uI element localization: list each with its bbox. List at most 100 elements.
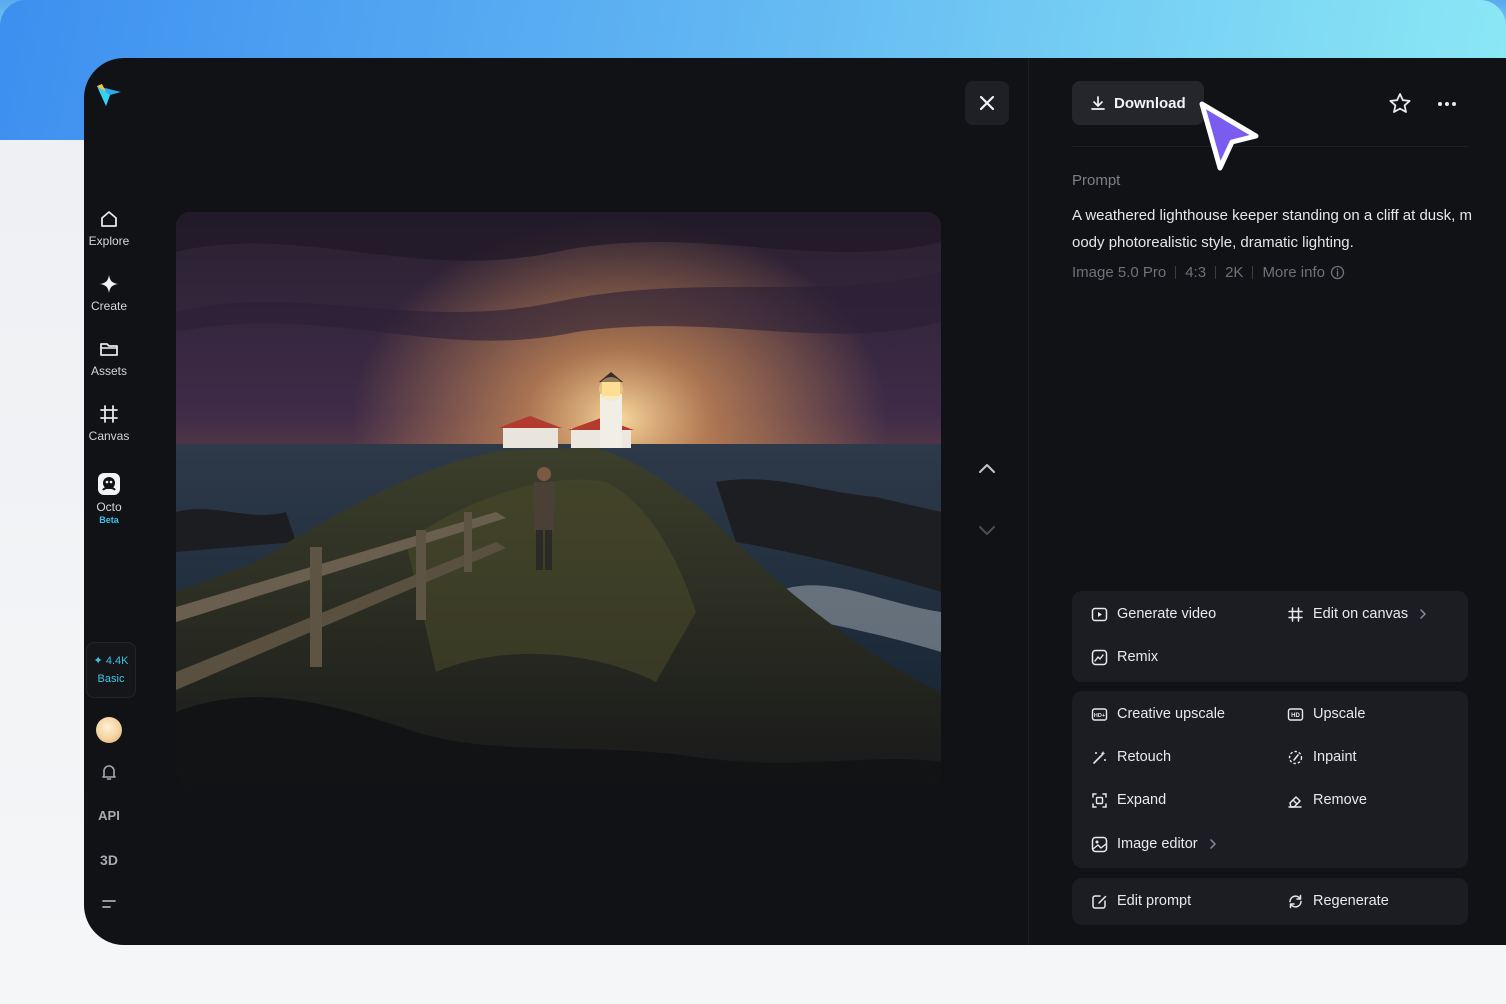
expand-button[interactable]: Expand xyxy=(1091,789,1166,811)
remix-button[interactable]: Remix xyxy=(1091,646,1158,668)
menu-icon xyxy=(102,900,116,908)
creative-upscale-icon: HD+ xyxy=(1091,707,1108,721)
folder-icon xyxy=(100,343,118,356)
canvas-icon xyxy=(100,405,118,423)
meta-separator xyxy=(1215,266,1217,279)
dot xyxy=(1438,102,1442,106)
notifications-button[interactable] xyxy=(84,762,134,782)
prompt-label: Prompt xyxy=(1072,172,1121,189)
inpaint-icon xyxy=(1288,750,1303,764)
favorite-star-icon[interactable] xyxy=(1387,91,1413,117)
plan-label: Basic xyxy=(97,673,125,685)
more-info-link[interactable]: More info xyxy=(1262,264,1345,281)
inpaint-label: Inpaint xyxy=(1313,749,1357,765)
more-info-label: More info xyxy=(1262,264,1325,281)
dot xyxy=(1452,102,1456,106)
edit-prompt-icon xyxy=(1092,894,1107,909)
edit-prompt-label: Edit prompt xyxy=(1117,893,1192,909)
remix-icon xyxy=(1091,649,1108,665)
chevron-right-icon xyxy=(1420,609,1426,619)
remove-button[interactable]: Remove xyxy=(1287,789,1367,811)
video-icon xyxy=(1091,607,1108,621)
generate-video-button[interactable]: Generate video xyxy=(1091,603,1216,625)
panel-divider xyxy=(1028,58,1029,945)
svg-text:HD+: HD+ xyxy=(1094,713,1105,719)
creative-upscale-button[interactable]: HD+ Creative upscale xyxy=(1091,703,1225,725)
sparkle-icon xyxy=(100,275,118,293)
inpaint-button[interactable]: Inpaint xyxy=(1287,746,1357,768)
next-image-button[interactable] xyxy=(972,515,1002,545)
magic-wand-icon xyxy=(1093,750,1106,764)
dot xyxy=(1445,102,1449,106)
creative-upscale-label: Creative upscale xyxy=(1117,706,1225,722)
chevron-right-icon xyxy=(1209,839,1216,849)
eraser-icon xyxy=(1288,795,1302,808)
mouse-pointer-icon xyxy=(1199,101,1259,171)
prompt-text: A weathered lighthouse keeper standing o… xyxy=(1072,207,1472,251)
canvas-icon xyxy=(1288,606,1303,622)
sidebar-item-octo[interactable]: Octo Beta xyxy=(84,472,134,525)
3d-link[interactable]: 3D xyxy=(84,852,134,868)
edit-tools-card: HD+ Creative upscale HD Upscale Retouch xyxy=(1072,691,1468,868)
close-button[interactable] xyxy=(965,81,1009,125)
credits-amount: ✦ 4.4K xyxy=(93,655,129,667)
regenerate-icon xyxy=(1289,894,1302,908)
edit-on-canvas-label: Edit on canvas xyxy=(1313,606,1409,622)
download-button[interactable]: Download xyxy=(1072,81,1204,125)
avatar[interactable] xyxy=(96,717,122,743)
edit-on-canvas-button[interactable]: Edit on canvas xyxy=(1287,603,1429,625)
menu-button[interactable] xyxy=(84,894,134,914)
upscale-button[interactable]: HD Upscale xyxy=(1287,703,1365,725)
resolution: 2K xyxy=(1225,264,1244,281)
credits-badge[interactable]: ✦ 4.4K Basic xyxy=(86,642,136,698)
api-link[interactable]: API xyxy=(84,808,134,823)
generation-meta: Image 5.0 Pro 4:3 2K More info xyxy=(1072,264,1345,281)
sidebar-item-explore[interactable]: Explore xyxy=(84,208,134,248)
chevron-down-icon xyxy=(979,526,995,535)
regenerate-button[interactable]: Regenerate xyxy=(1287,890,1389,912)
home-icon xyxy=(101,211,117,227)
expand-icon xyxy=(1092,792,1107,808)
sidebar-item-label: Explore xyxy=(88,234,130,248)
prompt-actions-card: Edit prompt Regenerate xyxy=(1072,878,1468,925)
previous-image-button[interactable] xyxy=(972,454,1002,484)
remix-label: Remix xyxy=(1117,649,1159,665)
sidebar-item-assets[interactable]: Assets xyxy=(84,338,134,378)
sidebar-item-label: Create xyxy=(90,299,128,313)
close-icon xyxy=(979,95,995,111)
header-divider xyxy=(1072,146,1468,147)
video-actions-card: Generate video Edit on canvas Remix xyxy=(1072,591,1468,682)
bell-icon xyxy=(102,765,116,780)
retouch-label: Retouch xyxy=(1117,749,1172,765)
meta-separator xyxy=(1175,266,1177,279)
retouch-button[interactable]: Retouch xyxy=(1091,746,1171,768)
sidebar-item-label: Assets xyxy=(90,364,127,378)
meta-separator xyxy=(1252,266,1254,279)
image-editor-button[interactable]: Image editor xyxy=(1091,833,1219,855)
generate-video-label: Generate video xyxy=(1117,606,1217,622)
model-name: Image 5.0 Pro xyxy=(1072,264,1167,281)
chevron-up-icon xyxy=(979,464,995,473)
regenerate-label: Regenerate xyxy=(1313,893,1389,909)
remove-label: Remove xyxy=(1313,792,1367,808)
app-logo-icon[interactable] xyxy=(94,80,124,110)
image-editor-icon xyxy=(1091,836,1108,852)
download-icon xyxy=(1091,96,1105,110)
generated-image[interactable] xyxy=(176,212,941,785)
sidebar-item-create[interactable]: Create xyxy=(84,273,134,313)
download-label: Download xyxy=(1114,94,1186,112)
expand-label: Expand xyxy=(1117,792,1167,808)
sidebar-item-label: Octo xyxy=(96,500,122,514)
sidebar: Explore Create Assets Canvas Octo Beta ✦… xyxy=(84,58,136,945)
svg-text:HD: HD xyxy=(1291,713,1300,719)
beta-badge: Beta xyxy=(99,515,119,525)
aspect-ratio: 4:3 xyxy=(1185,264,1207,281)
sidebar-item-canvas[interactable]: Canvas xyxy=(84,403,134,443)
more-options-button[interactable] xyxy=(1434,91,1460,117)
upscale-label: Upscale xyxy=(1313,706,1366,722)
image-editor-label: Image editor xyxy=(1117,836,1198,852)
sidebar-item-label: Canvas xyxy=(88,429,130,443)
hd-icon: HD xyxy=(1287,707,1304,721)
edit-prompt-button[interactable]: Edit prompt xyxy=(1091,890,1191,912)
app-window: Explore Create Assets Canvas Octo Beta ✦… xyxy=(84,58,1506,945)
